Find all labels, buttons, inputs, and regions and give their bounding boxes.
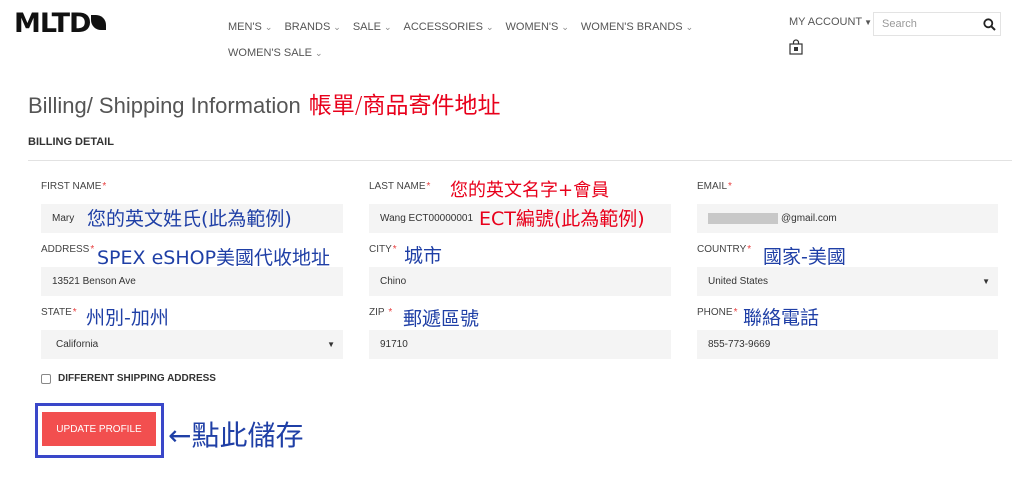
last-name-annotation-top: 您的英文名字+會員 [450,180,610,201]
search-box [873,12,1001,36]
state-label: STATE* [41,307,77,318]
nav-item-womens-sale[interactable]: WOMEN'S SALE ⌄ [228,47,323,59]
last-name-label: LAST NAME* [369,181,431,192]
caret-down-icon: ▼ [864,18,873,27]
nav-item-womens[interactable]: WOMEN'S ⌄ [506,21,569,33]
first-name-annotation: 您的英文姓氏(此為範例) [87,208,292,230]
city-label: CITY* [369,244,397,255]
chevron-down-icon: ⌄ [485,22,494,32]
chevron-down-icon: ⌄ [561,22,569,32]
last-name-annotation: ECT編號(此為範例) [479,208,645,230]
search-input[interactable] [874,13,978,35]
nav-item-mens[interactable]: MEN'S ⌄ [228,21,272,33]
country-label: COUNTRY* [697,244,752,255]
address-annotation: SPEX eSHOP美國代收地址 [97,247,331,269]
page-title: Billing/ Shipping Information 帳單/商品寄件地址 [28,93,501,119]
nav-item-womens-brands[interactable]: WOMEN'S BRANDS ⌄ [581,21,693,33]
main-nav: MEN'S ⌄ BRANDS ⌄ SALE ⌄ ACCESSORIES ⌄ WOMEN'… [228,14,708,66]
leaf-icon [91,15,107,30]
state-select[interactable]: California ▼ [41,330,343,359]
chevron-down-icon: ⌄ [315,48,323,58]
site-logo[interactable]: MLTD [14,8,107,39]
redacted-email [708,213,778,224]
zip-field[interactable]: 91710 [369,330,671,359]
chevron-down-icon: ⌄ [333,22,341,32]
section-divider [28,160,1012,161]
update-profile-button[interactable]: UPDATE PROFILE [42,412,156,446]
save-annotation: ←點此儲存 [168,419,304,452]
dropdown-arrow-icon: ▼ [982,277,990,286]
phone-field[interactable]: 855-773-9669 [697,330,998,359]
chevron-down-icon: ⌄ [685,22,694,32]
nav-item-accessories[interactable]: ACCESSORIES ⌄ [404,21,494,33]
nav-item-brands[interactable]: BRANDS ⌄ [284,21,340,33]
first-name-label: FIRST NAME* [41,181,107,192]
phone-label: PHONE* [697,307,738,318]
country-select[interactable]: United States ▼ [697,267,998,296]
chevron-down-icon: ⌄ [264,22,273,32]
search-icon[interactable] [978,13,1000,35]
city-annotation: 城市 [404,245,443,267]
zip-label: ZIP * [369,307,393,318]
shopping-bag-icon[interactable] [789,39,803,55]
chevron-down-icon: ⌄ [383,22,392,32]
city-field[interactable]: Chino [369,267,671,296]
title-annotation: 帳單/商品寄件地址 [308,93,501,119]
my-account-menu[interactable]: MY ACCOUNT ▼ [789,16,872,28]
different-shipping-label: DIFFERENT SHIPPING ADDRESS [58,373,216,384]
different-shipping-toggle[interactable]: DIFFERENT SHIPPING ADDRESS [41,373,216,384]
dropdown-arrow-icon: ▼ [327,340,335,349]
address-field[interactable]: 13521 Benson Ave [41,267,343,296]
country-annotation: 國家-美國 [763,246,846,268]
different-shipping-checkbox[interactable] [41,373,51,384]
zip-annotation: 郵遞區號 [403,308,480,330]
email-label: EMAIL* [697,181,732,192]
address-label: ADDRESS* [41,244,95,255]
state-annotation: 州別-加州 [86,307,169,329]
phone-annotation: 聯絡電話 [743,307,820,329]
logo-text: MLTD [14,8,91,39]
section-title: BILLING DETAIL [28,136,114,148]
email-field[interactable]: @gmail.com [697,204,998,233]
nav-item-sale[interactable]: SALE ⌄ [353,21,392,33]
